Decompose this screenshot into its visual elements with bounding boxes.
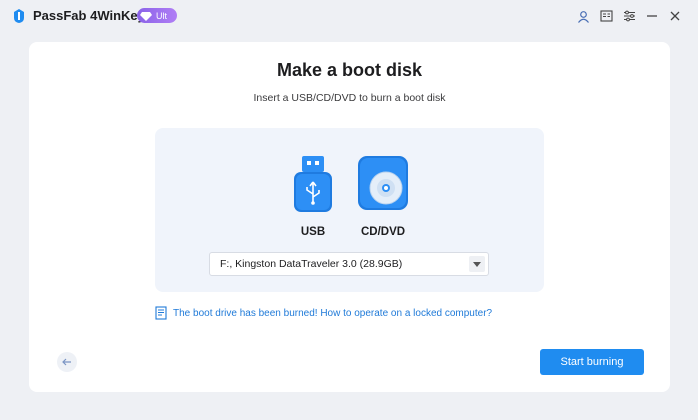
- page-title: Make a boot disk: [276, 60, 423, 80]
- cd-dvd-option-label: CD/DVD: [360, 226, 406, 238]
- usb-icon: [294, 156, 332, 212]
- settings-icon[interactable]: [620, 7, 638, 25]
- title-bar: PassFab 4WinKey Ult: [0, 0, 698, 32]
- chevron-down-icon[interactable]: [469, 256, 485, 272]
- usb-option-label: USB: [300, 226, 326, 238]
- document-icon: [155, 306, 167, 320]
- drive-select-value: F:, Kingston DataTraveler 3.0 (28.9GB): [220, 258, 403, 270]
- page-subtitle: Insert a USB/CD/DVD to burn a boot disk: [253, 92, 446, 104]
- cd-dvd-option[interactable]: CD/DVD: [351, 154, 415, 250]
- app-logo-icon: [14, 9, 24, 23]
- edition-badge-label: Ult: [156, 10, 167, 21]
- window-controls: [574, 7, 684, 25]
- minimize-icon[interactable]: [643, 7, 661, 25]
- user-icon[interactable]: [574, 7, 592, 25]
- app-title: PassFab 4WinKey: [33, 8, 145, 23]
- diamond-icon: [140, 11, 152, 21]
- help-link[interactable]: The boot drive has been burned! How to o…: [155, 306, 492, 320]
- drive-select[interactable]: F:, Kingston DataTraveler 3.0 (28.9GB): [209, 252, 489, 276]
- cd-dvd-icon: [358, 156, 408, 210]
- main-card: Make a boot disk Insert a USB/CD/DVD to …: [29, 42, 670, 392]
- media-panel: USB CD/DVD F:, Kingston DataTraveler 3.0…: [155, 128, 544, 292]
- edition-badge: Ult: [137, 8, 177, 23]
- start-burning-button[interactable]: Start burning: [540, 349, 644, 375]
- arrow-left-icon: [62, 358, 71, 366]
- feedback-icon[interactable]: [597, 7, 615, 25]
- back-button[interactable]: [57, 352, 77, 372]
- help-link-text[interactable]: The boot drive has been burned! How to o…: [173, 308, 492, 319]
- close-icon[interactable]: [666, 7, 684, 25]
- usb-option[interactable]: USB: [281, 154, 345, 250]
